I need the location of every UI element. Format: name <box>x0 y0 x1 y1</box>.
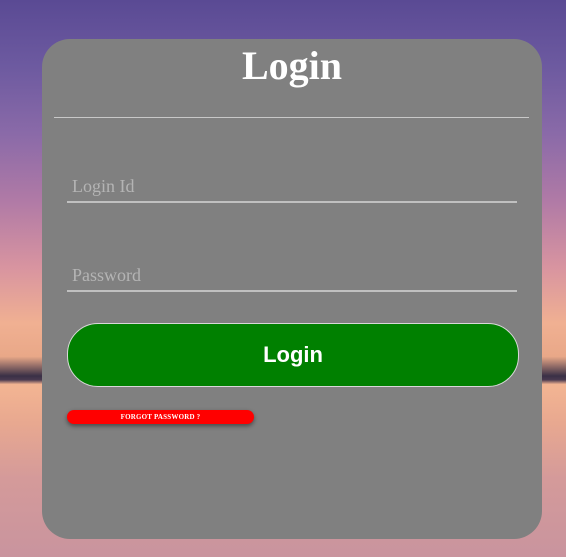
forgot-password-button[interactable]: FORGOT PASSWORD ? <box>67 410 254 424</box>
login-title: Login <box>241 43 343 88</box>
login-button[interactable]: Login <box>67 323 519 387</box>
password-input[interactable] <box>67 260 517 292</box>
login-card: Login Login FORGOT PASSWORD ? <box>42 39 542 539</box>
login-id-input[interactable] <box>67 171 517 203</box>
title-divider <box>54 117 529 118</box>
